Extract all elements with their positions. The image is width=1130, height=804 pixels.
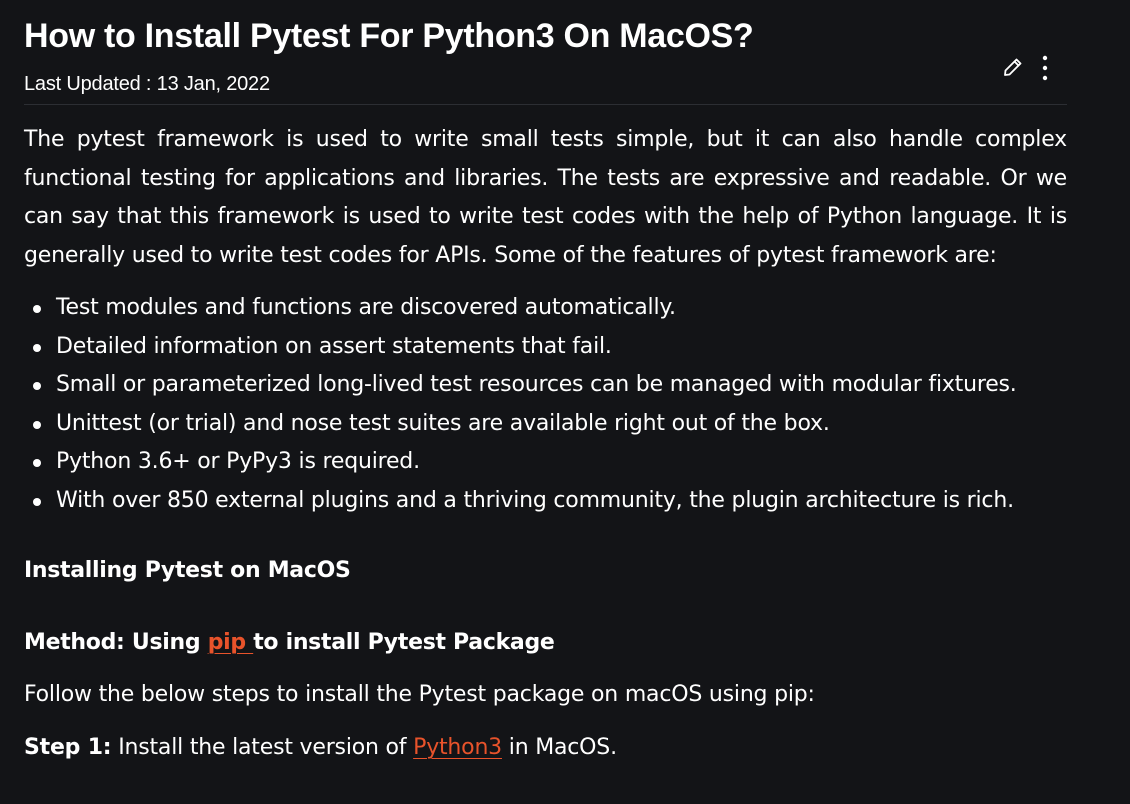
pip-link[interactable]: pip	[208, 630, 254, 655]
list-item-text: Unittest (or trial) and nose test suites…	[56, 410, 830, 436]
step-1-text-end: in MacOS.	[501, 735, 617, 760]
header-divider	[24, 104, 1067, 105]
list-item: Small or parameterized long-lived test r…	[24, 366, 1017, 405]
article-title: How to Install Pytest For Python3 On Mac…	[24, 17, 754, 55]
method-heading-prefix: Method: Using	[24, 630, 208, 655]
features-list: Test modules and functions are discovere…	[24, 289, 1017, 520]
intro-paragraph: The pytest framework is used to write sm…	[24, 127, 1067, 268]
list-item-text: Python 3.6+ or PyPy3 is required.	[56, 449, 420, 474]
list-item-text: Test modules and functions are discovere…	[56, 295, 676, 320]
bullet-icon	[33, 497, 41, 506]
section-heading: Installing Pytest on MacOS	[24, 558, 351, 583]
list-item-text: Small or parameterized long-lived test r…	[56, 372, 1017, 397]
follow-steps-text: Follow the below steps to install the Py…	[24, 682, 815, 707]
method-heading-suffix: to install Pytest Package	[253, 630, 555, 655]
list-item: With over 850 external plugins and a thr…	[24, 482, 1017, 521]
last-updated-date: Last Updated : 13 Jan, 2022	[24, 73, 270, 95]
method-heading: Method: Using pip to install Pytest Pack…	[24, 627, 555, 659]
python3-link[interactable]: Python3	[413, 735, 502, 760]
step-1: Step 1: Install the latest version of Py…	[24, 732, 617, 764]
list-item: Test modules and functions are discovere…	[24, 289, 1017, 328]
bullet-icon	[33, 343, 41, 352]
step-1-label: Step 1:	[24, 735, 112, 760]
bullet-icon	[33, 305, 41, 313]
bullet-icon	[33, 420, 41, 429]
pencil-icon[interactable]	[1001, 55, 1025, 79]
bullet-icon	[33, 382, 41, 390]
more-vertical-icon[interactable]	[1036, 54, 1054, 82]
list-item-text: Detailed information on assert statement…	[56, 333, 612, 359]
list-item: Python 3.6+ or PyPy3 is required.	[24, 443, 1017, 482]
list-item: Unittest (or trial) and nose test suites…	[24, 405, 1017, 444]
step-1-text: Install the latest version of	[111, 735, 414, 760]
bullet-icon	[33, 459, 41, 467]
article-page: How to Install Pytest For Python3 On Mac…	[0, 0, 1130, 804]
list-item-text: With over 850 external plugins and a thr…	[56, 487, 1014, 513]
list-item: Detailed information on assert statement…	[24, 328, 1017, 367]
